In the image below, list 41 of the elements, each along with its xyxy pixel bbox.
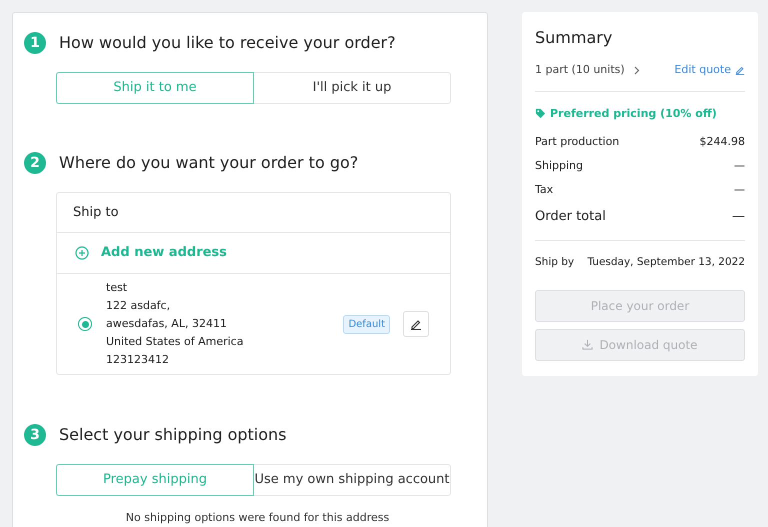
step-title: Select your shipping options xyxy=(59,425,286,445)
ship-by-label: Ship by xyxy=(535,255,574,270)
address-line: United States of America xyxy=(106,334,244,350)
parts-count: 1 part (10 units) xyxy=(535,62,625,78)
summary-label: Shipping xyxy=(535,158,583,174)
promo-text: Preferred pricing (10% off) xyxy=(550,106,717,122)
step-number: 3 xyxy=(24,424,46,446)
address-line: awesdafas, AL, 32411 xyxy=(106,316,228,332)
address-line: 123123412 xyxy=(106,352,170,368)
radio-button[interactable] xyxy=(78,317,92,331)
add-address-link[interactable]: Add new address xyxy=(101,243,227,263)
address-line: 122 asdafc, xyxy=(106,298,172,314)
step-title: How would you like to receive your order? xyxy=(59,33,396,53)
summary-value: $244.98 xyxy=(700,134,745,150)
edit-quote-link[interactable]: Edit quote xyxy=(674,62,731,78)
download-icon xyxy=(582,339,594,350)
tag-icon xyxy=(535,108,546,120)
no-options-message: No shipping options were found for this address xyxy=(124,511,390,525)
plus-circle-icon xyxy=(75,246,89,260)
ship-by-date: Tuesday, September 13, 2022 xyxy=(587,255,745,270)
option-tab[interactable]: Use my own shipping account xyxy=(253,464,451,496)
summary-value: — xyxy=(734,182,745,198)
pencil-icon xyxy=(735,65,745,76)
option-tab[interactable]: Prepay shipping xyxy=(56,464,254,496)
summary-value: — xyxy=(732,208,745,226)
address-line: test xyxy=(106,280,128,296)
step-number: 1 xyxy=(24,32,46,54)
panel-heading: Ship to xyxy=(73,204,119,222)
summary-title: Summary xyxy=(535,27,614,49)
step-number: 2 xyxy=(24,152,46,174)
summary-label: Order total xyxy=(535,208,606,226)
summary-value: — xyxy=(734,158,745,174)
chevron-right-icon xyxy=(632,66,640,75)
option-tab[interactable]: I'll pick it up xyxy=(253,72,451,104)
summary-label: Tax xyxy=(535,182,554,198)
step-title: Where do you want your order to go? xyxy=(59,153,358,173)
pencil-icon xyxy=(410,318,422,330)
option-tab[interactable]: Ship it to me xyxy=(56,72,254,104)
default-badge: Default xyxy=(343,314,390,334)
edit-button[interactable] xyxy=(403,311,429,337)
summary-label: Part production xyxy=(535,134,620,150)
